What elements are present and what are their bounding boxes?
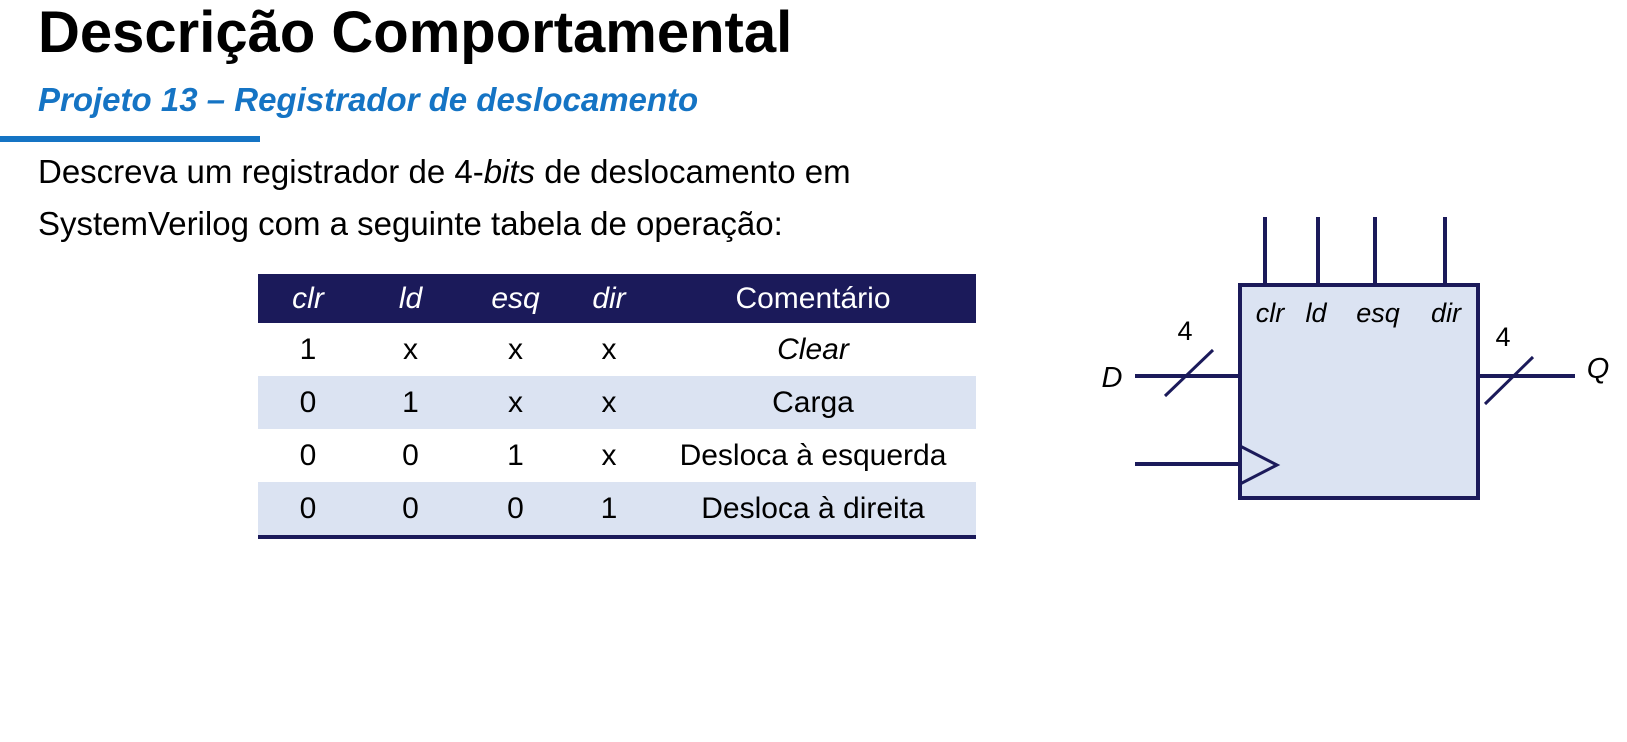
label-ld: ld: [1305, 298, 1327, 328]
label-clr: clr: [1256, 298, 1285, 328]
q-bus-slash: [1483, 355, 1535, 406]
q-bus-width: 4: [1495, 322, 1510, 352]
label-dir: dir: [1431, 298, 1462, 328]
d-input-label: D: [1102, 362, 1123, 394]
q-output-label: Q: [1587, 353, 1610, 385]
label-esq: esq: [1356, 298, 1400, 328]
d-bus-slash: [1163, 348, 1215, 398]
d-bus-width: 4: [1177, 316, 1192, 346]
register-block-diagram: clr ld esq dir 4 D 4 Q: [1102, 217, 1610, 500]
